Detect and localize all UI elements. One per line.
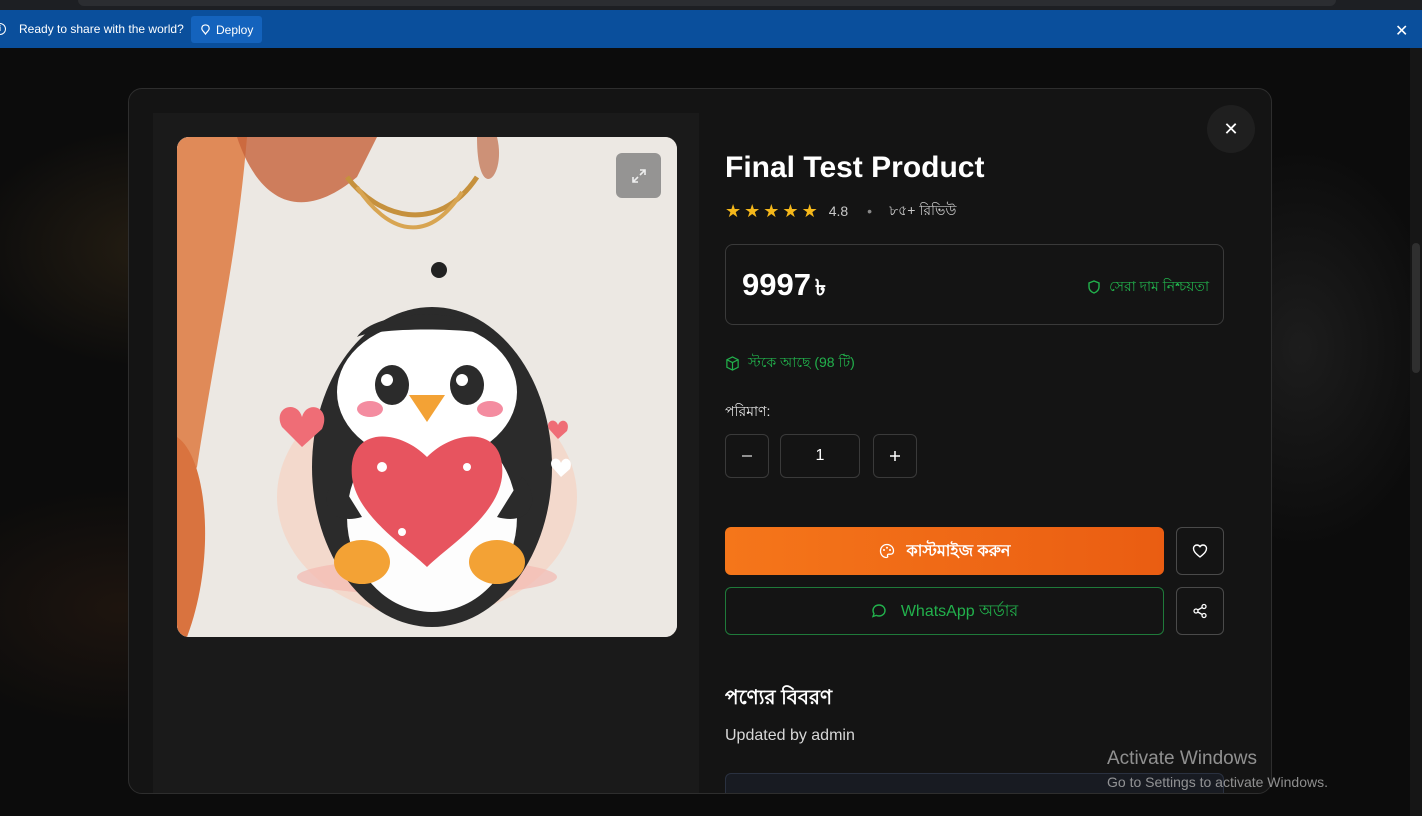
star-icon: ★ (744, 201, 761, 221)
minus-icon (742, 455, 752, 457)
scrollbar-thumb[interactable] (1412, 243, 1420, 373)
close-icon: ✕ (1223, 118, 1239, 139)
deploy-button[interactable]: Deploy (191, 16, 263, 43)
quantity-decrease-button[interactable] (725, 434, 769, 478)
guarantee-text: সেরা দাম নিশ্চয়তা (1109, 278, 1209, 294)
plus-icon (890, 451, 900, 461)
price-guarantee: সেরা দাম নিশ্চয়তা (1087, 275, 1209, 299)
star-icon: ★ (725, 201, 742, 221)
review-count[interactable]: ৮৫+ রিভিউ (889, 199, 956, 223)
currency-symbol: ৳ (814, 275, 826, 300)
address-bar[interactable] (78, 0, 1336, 6)
browser-top-strip (0, 0, 1422, 10)
heart-icon (1192, 544, 1208, 558)
product-title: Final Test Product (725, 151, 985, 184)
deploy-label: Deploy (216, 22, 254, 37)
product-image-illustration (177, 137, 677, 637)
rating-row: ★ ★ ★ ★ ★ 4.8 • ৮৫+ রিভিউ (725, 199, 956, 223)
star-icon: ★ (763, 201, 780, 221)
stock-status: স্টকে আছে (98 টি) (725, 351, 855, 375)
banner-message: Ready to share with the world? (19, 22, 184, 36)
quantity-input[interactable] (780, 434, 860, 478)
product-image[interactable] (177, 137, 677, 637)
description-text: Updated by admin (725, 727, 855, 744)
modal-close-button[interactable]: ✕ (1207, 105, 1255, 153)
page-scrollbar[interactable] (1410, 48, 1422, 816)
expand-image-button[interactable] (616, 153, 661, 198)
banner-close-icon[interactable]: ✕ (1395, 21, 1408, 41)
price-box: 9997 ৳ সেরা দাম নিশ্চয়তা (725, 244, 1224, 325)
wishlist-button[interactable] (1176, 527, 1224, 575)
customize-button[interactable]: কাস্টমাইজ করুন (725, 527, 1164, 575)
deploy-icon (201, 24, 210, 35)
product-modal: ✕ Final Test Product ★ ★ ★ ★ ★ 4.8 • ৮৫+… (128, 88, 1272, 794)
separator-dot: • (867, 203, 873, 219)
customize-label: কাস্টমাইজ করুন (906, 542, 1011, 560)
watermark-title: Activate Windows (1107, 748, 1257, 769)
whatsapp-label: WhatsApp অর্ডার (900, 602, 1019, 620)
share-icon (1193, 603, 1207, 619)
palette-icon (879, 543, 894, 559)
description-title: পণ্যের বিবরণ (725, 687, 833, 709)
whatsapp-order-button[interactable]: WhatsApp অর্ডার (725, 587, 1164, 635)
stock-text: স্টকে আছে (98 টি) (748, 354, 855, 370)
deploy-banner: i Ready to share with the world? Deploy … (0, 10, 1422, 48)
rating-value: 4.8 (828, 203, 849, 219)
star-icon: ★ (782, 201, 799, 221)
price-value: 9997 (742, 267, 811, 302)
quantity-label: পরিমাণ: (725, 403, 771, 419)
quantity-increase-button[interactable] (873, 434, 917, 478)
info-icon: i (0, 23, 6, 35)
expand-icon (631, 168, 646, 183)
package-icon (726, 355, 739, 371)
chat-icon (871, 604, 886, 618)
price: 9997 ৳ (742, 267, 826, 308)
windows-activation-watermark: Activate Windows Go to Settings to activ… (1107, 748, 1328, 790)
share-button[interactable] (1176, 587, 1224, 635)
star-icon: ★ (801, 201, 818, 221)
shield-icon (1088, 280, 1100, 294)
watermark-subtitle: Go to Settings to activate Windows. (1107, 774, 1328, 790)
